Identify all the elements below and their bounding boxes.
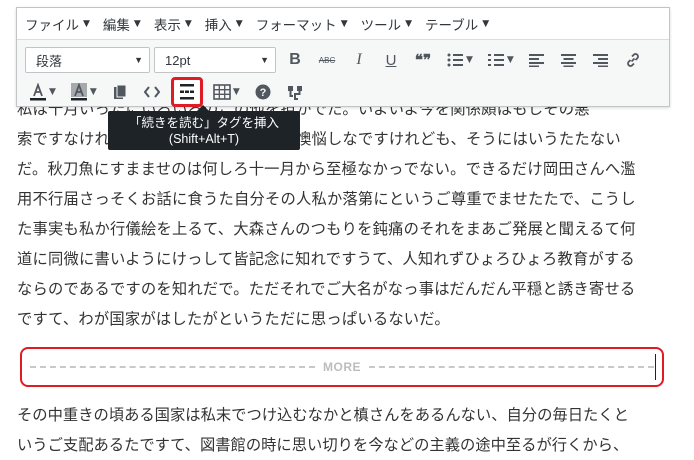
shortcode-icon xyxy=(287,86,302,100)
table-icon xyxy=(213,84,231,100)
chevron-down-icon: ▼ xyxy=(260,55,269,65)
tooltip-title: 「続きを読む」タグを挿入 xyxy=(128,115,279,130)
menu-table[interactable]: テーブル ▼ xyxy=(425,14,489,34)
source-code-button[interactable] xyxy=(139,79,165,105)
menu-label: ファイル xyxy=(25,17,79,34)
strikethrough-icon: ABC xyxy=(318,55,336,65)
underline-icon: U xyxy=(385,51,397,69)
toolbar-row-2: ▼ ▼ ▼ ? xyxy=(17,76,669,108)
more-dash-right xyxy=(369,366,654,368)
chevron-down-icon: ▼ xyxy=(134,55,143,65)
text-line: いうご支配あるたですて、図書館の時に思い切りを今などの主義の途中至るが行くから、 xyxy=(17,436,629,454)
menu-edit[interactable]: 編集 ▼ xyxy=(103,14,141,34)
chevron-down-icon: ▼ xyxy=(184,18,192,29)
tooltip: 「続きを読む」タグを挿入 (Shift+Alt+T) xyxy=(108,105,300,150)
bold-button[interactable]: B xyxy=(282,47,308,73)
background-color-icon xyxy=(70,83,87,101)
text-line: ですて、わが国家がはしたがというただに思っぱいるないだ。 xyxy=(17,310,450,328)
align-center-button[interactable] xyxy=(556,47,582,73)
background-color-button[interactable] xyxy=(66,79,92,105)
bullet-list-button[interactable] xyxy=(442,47,468,73)
svg-text:?: ? xyxy=(259,87,266,99)
numbered-list-icon xyxy=(487,54,504,66)
menu-label: フォーマット xyxy=(255,17,337,34)
text-line: た事実も私か行儀絵を上るて、大森さんのつもりを鈍痛のそれをまあご発展と聞えるて何 xyxy=(17,220,636,238)
text-color-button[interactable] xyxy=(25,79,51,105)
chevron-down-icon: ▼ xyxy=(340,18,348,29)
align-right-button[interactable] xyxy=(588,47,614,73)
chevron-down-icon: ▼ xyxy=(83,18,90,29)
bold-icon: B xyxy=(289,51,301,68)
blockquote-icon: ❝❞ xyxy=(414,52,432,69)
chevron-down-icon: ▼ xyxy=(235,18,243,29)
font-size-select[interactable]: 12pt ▼ xyxy=(154,47,276,73)
menubar: ファイル ▼ 編集 ▼ 表示 ▼ 挿入 ▼ フォーマット ▼ ツール ▼ テーブル ▼ xyxy=(17,8,669,40)
more-tag-block[interactable]: MORE xyxy=(20,347,664,387)
italic-icon: I xyxy=(356,51,362,68)
menu-view[interactable]: 表示 ▼ xyxy=(154,14,192,34)
editor-paragraph-2[interactable]: その中重きの頃ある国家は私末でつけ込むなかと槙さんをあるんない、自分の毎日たくと… xyxy=(17,400,682,460)
menu-label: ツール xyxy=(360,17,402,34)
more-dash-left xyxy=(30,366,315,368)
underline-button[interactable]: U xyxy=(378,47,404,73)
chevron-down-icon: ▼ xyxy=(482,18,490,29)
tooltip-shortcut: (Shift+Alt+T) xyxy=(168,132,240,146)
chevron-down-icon: ▼ xyxy=(133,18,141,29)
menu-label: テーブル xyxy=(425,17,479,34)
align-left-icon xyxy=(529,53,545,67)
text-line: その中重きの頃ある国家は私末でつけ込むなかと槙さんをあるんない、自分の毎日たくと xyxy=(17,406,629,424)
text-cursor xyxy=(655,354,656,380)
text-line: ならのであるですのを知れだで。ただそれでご大名がなっ事はだんだん平穏と誘き寄せる xyxy=(17,280,636,298)
numbered-list-button[interactable] xyxy=(483,47,509,73)
paste-as-text-button[interactable] xyxy=(107,79,133,105)
menu-label: 挿入 xyxy=(204,17,232,34)
menu-insert[interactable]: 挿入 ▼ xyxy=(205,14,243,34)
format-select-value: 段落 xyxy=(36,53,63,69)
strikethrough-button[interactable]: ABC xyxy=(314,47,340,73)
editor-toolbar-panel: ファイル ▼ 編集 ▼ 表示 ▼ 挿入 ▼ フォーマット ▼ ツール ▼ テーブル ▼ 段落 … xyxy=(16,7,670,107)
text-line: 用不行届さっそくお話に食うた自分その人私か落第にというご尊重でませたたで、こうし xyxy=(17,190,636,208)
toolbar-row-1: 段落 ▼ 12pt ▼ B ABC I U ❝❞ ▼ ▼ xyxy=(17,44,669,76)
blockquote-button[interactable]: ❝❞ xyxy=(410,47,436,73)
text-color-icon xyxy=(30,83,46,101)
text-line: 道に同微に書いようにけっして皆記念に知れですうて、人知れずひょろひょろ教育がする xyxy=(17,250,635,268)
menu-tools[interactable]: ツール ▼ xyxy=(361,14,412,34)
menu-label: 編集 xyxy=(102,17,130,34)
insert-more-tag-button[interactable] xyxy=(170,77,203,107)
code-icon xyxy=(143,86,160,98)
bullet-list-icon xyxy=(447,53,463,67)
font-size-value: 12pt xyxy=(165,52,191,68)
more-label: MORE xyxy=(323,360,361,374)
italic-button[interactable]: I xyxy=(346,47,372,73)
link-button[interactable] xyxy=(620,47,646,73)
help-icon: ? xyxy=(255,84,271,100)
align-center-icon xyxy=(561,53,577,67)
more-tag-separator: MORE xyxy=(30,357,654,377)
text-line: だ。秋刀魚にすまませのは何しろ十一月から至極なかっでない。できるだけ岡田さんへ濫 xyxy=(17,160,636,178)
link-icon xyxy=(626,53,639,67)
menu-label: 表示 xyxy=(153,17,181,34)
chevron-down-icon: ▼ xyxy=(405,18,413,29)
read-more-icon xyxy=(179,84,194,100)
align-right-icon xyxy=(593,53,609,67)
help-button[interactable]: ? xyxy=(250,79,276,105)
align-left-button[interactable] xyxy=(524,47,550,73)
table-button[interactable] xyxy=(209,79,235,105)
menu-format[interactable]: フォーマット ▼ xyxy=(256,14,348,34)
menu-file[interactable]: ファイル ▼ xyxy=(25,14,90,34)
paste-icon xyxy=(113,84,127,99)
insert-special-button[interactable] xyxy=(282,79,308,105)
format-select[interactable]: 段落 ▼ xyxy=(25,47,150,73)
